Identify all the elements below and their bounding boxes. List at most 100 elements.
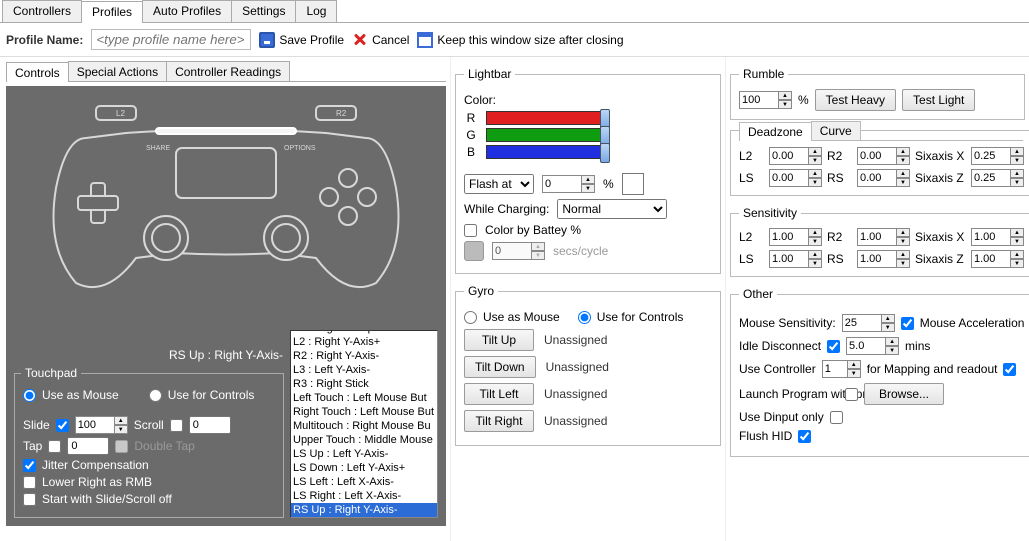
dz-sixx[interactable] — [971, 147, 1011, 165]
tap-checkbox[interactable] — [48, 440, 61, 453]
slide-value-input[interactable] — [75, 416, 115, 434]
launch-label: Launch Program with profile — [739, 387, 839, 401]
mapping-item[interactable]: LS Up : Left Y-Axis- — [291, 447, 437, 461]
flash-at-select[interactable]: Flash at — [464, 174, 534, 194]
touchpad-title: Touchpad — [21, 366, 81, 380]
slide-up[interactable]: ▲ — [114, 416, 128, 425]
rumble-down[interactable]: ▼ — [778, 100, 792, 109]
tilt-left-button[interactable]: Tilt Left — [464, 383, 534, 405]
slide-down[interactable]: ▼ — [114, 425, 128, 434]
mapping-item[interactable]: Upper Touch : Middle Mouse — [291, 433, 437, 447]
tilt-right-button[interactable]: Tilt Right — [464, 410, 534, 432]
profile-name-input[interactable] — [91, 29, 251, 50]
g-slider[interactable] — [486, 128, 606, 142]
mapping-item[interactable]: R3 : Right Stick — [291, 377, 437, 391]
tilt-up-button[interactable]: Tilt Up — [464, 329, 534, 351]
tab-controllers[interactable]: Controllers — [2, 0, 82, 22]
cancel-button[interactable]: Cancel — [352, 32, 409, 48]
dz-l2[interactable] — [769, 147, 809, 165]
sn-sixz[interactable] — [971, 250, 1011, 268]
g-label: G — [464, 128, 478, 142]
mapping-item[interactable]: R2 : Right Y-Axis- — [291, 349, 437, 363]
mapping-item[interactable]: L2 : Right Y-Axis+ — [291, 335, 437, 349]
start-slide-checkbox[interactable] — [23, 493, 36, 506]
sensitivity-group: Sensitivity L2 ▲▼ R2 ▲▼ Sixaxis X ▲▼ LS … — [730, 206, 1029, 277]
gyro-use-for-controls-radio[interactable] — [578, 311, 591, 324]
tap-value-input[interactable] — [67, 437, 109, 455]
flash-up[interactable]: ▲ — [581, 175, 595, 184]
subtab-controls[interactable]: Controls — [6, 62, 69, 82]
tilt-down-button[interactable]: Tilt Down — [464, 356, 536, 378]
rainbow-icon[interactable] — [464, 241, 484, 261]
controller-drawing: L2 R2 SHARE OPTIONS — [26, 98, 426, 298]
mapping-item[interactable]: Left Touch : Left Mouse But — [291, 391, 437, 405]
svg-text:L2: L2 — [116, 109, 125, 118]
r-slider[interactable] — [486, 111, 606, 125]
dz-r2[interactable] — [857, 147, 897, 165]
scroll-value-input[interactable] — [189, 416, 231, 434]
touchpad-use-for-controls-radio[interactable] — [149, 389, 162, 402]
scroll-checkbox[interactable] — [170, 419, 183, 432]
rumble-value[interactable] — [739, 91, 779, 109]
gyro-use-as-mouse-radio[interactable] — [464, 311, 477, 324]
sn-rs[interactable] — [857, 250, 897, 268]
test-light-button[interactable]: Test Light — [902, 89, 975, 111]
deadzone-tab[interactable]: Deadzone — [739, 122, 812, 141]
mapping-item[interactable]: LS Left : Left X-Axis- — [291, 475, 437, 489]
mouse-sens-value[interactable] — [842, 314, 882, 332]
top-tabstrip: Controllers Profiles Auto Profiles Setti… — [0, 0, 1029, 23]
jitter-checkbox[interactable] — [23, 459, 36, 472]
lower-rmb-checkbox[interactable] — [23, 476, 36, 489]
keep-window-size-button[interactable]: Keep this window size after closing — [417, 32, 623, 48]
idle-value[interactable] — [846, 337, 886, 355]
dz-sixz[interactable] — [971, 169, 1011, 187]
subtab-controller-readings[interactable]: Controller Readings — [166, 61, 290, 81]
mapping-item[interactable]: L3 : Left Y-Axis- — [291, 363, 437, 377]
rumble-group: Rumble ▲▼ % Test Heavy Test Light — [730, 67, 1025, 120]
sn-l2[interactable] — [769, 228, 809, 246]
test-heavy-button[interactable]: Test Heavy — [815, 89, 896, 111]
touchpad-use-as-mouse-radio[interactable] — [23, 389, 36, 402]
color-by-battery-checkbox[interactable] — [464, 224, 477, 237]
tab-profiles[interactable]: Profiles — [81, 1, 143, 23]
rumble-up[interactable]: ▲ — [778, 91, 792, 100]
sn-r2[interactable] — [857, 228, 897, 246]
idle-checkbox[interactable] — [827, 340, 840, 353]
tab-log[interactable]: Log — [295, 0, 337, 22]
mapping-item[interactable]: RS Up : Right Y-Axis- — [291, 503, 437, 517]
while-charging-select[interactable]: Normal — [557, 199, 667, 219]
dz-ls[interactable] — [769, 169, 809, 187]
sn-sixx[interactable] — [971, 228, 1011, 246]
dz-rs[interactable] — [857, 169, 897, 187]
flush-checkbox[interactable] — [798, 430, 811, 443]
b-slider[interactable] — [486, 145, 606, 159]
flash-color-swatch[interactable] — [622, 173, 644, 195]
slide-checkbox[interactable] — [56, 419, 69, 432]
secs-value — [492, 242, 532, 260]
sn-ls[interactable] — [769, 250, 809, 268]
use-controller-checkbox[interactable] — [1003, 363, 1016, 376]
browse-button[interactable]: Browse... — [864, 383, 944, 405]
subtab-special-actions[interactable]: Special Actions — [68, 61, 167, 81]
tilt-down-assign: Unassigned — [546, 360, 609, 374]
mapping-item[interactable]: Right Touch : Left Mouse But — [291, 405, 437, 419]
tab-settings[interactable]: Settings — [231, 0, 296, 22]
flash-at-value[interactable] — [542, 175, 582, 193]
save-profile-button[interactable]: Save Profile — [259, 32, 344, 48]
mapping-item[interactable]: LS Right : Left X-Axis- — [291, 489, 437, 503]
flash-pct: % — [603, 177, 614, 191]
curve-tab[interactable]: Curve — [811, 121, 861, 140]
dinput-checkbox[interactable] — [830, 411, 843, 424]
profile-name-label: Profile Name: — [6, 33, 83, 47]
save-profile-label: Save Profile — [279, 33, 344, 47]
mapping-item[interactable]: LS Down : Left Y-Axis+ — [291, 461, 437, 475]
mouse-accel-checkbox[interactable] — [901, 317, 914, 330]
use-controller-value[interactable] — [822, 360, 848, 378]
flash-down[interactable]: ▼ — [581, 184, 595, 193]
dz-sixz-label: Sixaxis Z — [915, 171, 965, 185]
mapping-item[interactable]: Multitouch : Right Mouse Bu — [291, 419, 437, 433]
tab-auto-profiles[interactable]: Auto Profiles — [142, 0, 232, 22]
launch-checkbox[interactable] — [845, 388, 858, 401]
flush-label: Flush HID — [739, 429, 792, 443]
mapping-list[interactable]: L1 : Left BumperR1 : Right BumperL2 : Ri… — [290, 330, 438, 518]
